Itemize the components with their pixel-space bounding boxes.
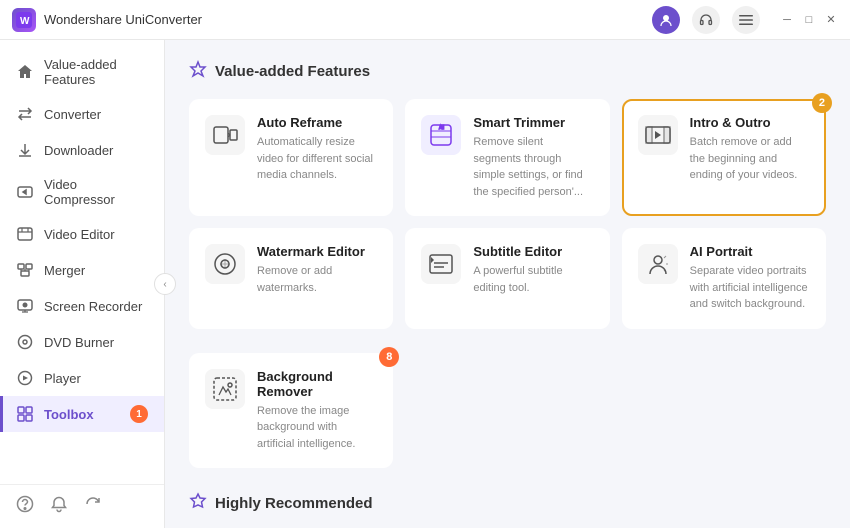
main-content: Value-added Features Auto Reframe Automa… [165,40,850,528]
background-remover-text: Background Remover Remove the image back… [257,369,377,453]
sidebar-item-player-label: Player [44,371,81,386]
background-remover-icon [205,369,245,409]
toolbox-badge-1: 1 [130,405,148,423]
screen-recorder-icon [16,297,34,315]
sidebar-item-home[interactable]: Value-added Features [0,48,164,96]
converter-icon [16,105,34,123]
home-icon [16,63,34,81]
subtitle-editor-icon [421,244,461,284]
headset-icon[interactable] [692,6,720,34]
sidebar-collapse-button[interactable]: ‹ [154,273,176,295]
title-bar-controls: ─ □ ✕ [652,6,838,34]
smart-trimmer-desc: Remove silent segments through simple se… [473,134,593,200]
sidebar-item-video-editor-label: Video Editor [44,227,115,242]
sidebar-item-dvd-burner[interactable]: DVD Burner [0,324,164,360]
intro-outro-desc: Batch remove or add the beginning and en… [690,134,810,184]
ai-portrait-card[interactable]: AI Portrait Separate video portraits wit… [622,228,826,329]
svg-text:AI: AI [439,125,445,131]
app-title: Wondershare UniConverter [44,12,202,27]
section-title-icon [189,60,207,83]
sidebar-item-dvd-burner-label: DVD Burner [44,335,114,350]
highly-recommended-title-text: Highly Recommended [215,495,373,512]
watermark-editor-card[interactable]: Watermark Editor Remove or add watermark… [189,228,393,329]
ai-portrait-desc: Separate video portraits with artificial… [690,263,810,313]
help-icon[interactable] [16,495,34,518]
sidebar-item-screen-recorder-label: Screen Recorder [44,299,142,314]
dvd-burner-icon [16,333,34,351]
auto-reframe-desc: Automatically resize video for different… [257,134,377,184]
subtitle-editor-text: Subtitle Editor A powerful subtitle edit… [473,244,593,296]
sidebar-item-home-label: Value-added Features [44,57,148,87]
auto-reframe-card[interactable]: Auto Reframe Automatically resize video … [189,99,393,216]
app-logo: W Wondershare UniConverter [12,8,652,32]
intro-outro-icon [638,115,678,155]
sidebar-item-screen-recorder[interactable]: Screen Recorder [0,288,164,324]
smart-trimmer-title: Smart Trimmer [473,115,593,130]
background-remover-title: Background Remover [257,369,377,399]
value-added-features-grid: Auto Reframe Automatically resize video … [189,99,826,329]
window-controls: ─ □ ✕ [780,13,838,27]
sidebar-item-video-editor[interactable]: Video Editor [0,216,164,252]
title-bar: W Wondershare UniConverter [0,0,850,40]
watermark-editor-title: Watermark Editor [257,244,377,259]
background-remover-card[interactable]: 8 Background Remover Remove the image ba… [189,353,393,469]
background-remover-badge: 8 [379,347,399,367]
watermark-editor-icon [205,244,245,284]
subtitle-editor-desc: A powerful subtitle editing tool. [473,263,593,296]
sidebar-nav: Value-added Features Converter [0,40,164,484]
subtitle-editor-title: Subtitle Editor [473,244,593,259]
sidebar-item-merger[interactable]: Merger [0,252,164,288]
intro-outro-text: Intro & Outro Batch remove or add the be… [690,115,810,184]
subtitle-editor-card[interactable]: Subtitle Editor A powerful subtitle edit… [405,228,609,329]
downloader-icon [16,141,34,159]
auto-reframe-icon [205,115,245,155]
smart-trimmer-card[interactable]: AI Smart Trimmer Remove silent segments … [405,99,609,216]
main-layout: Value-added Features Converter [0,40,850,528]
sidebar-item-toolbox-label: Toolbox [44,407,94,422]
sidebar-item-converter[interactable]: Converter [0,96,164,132]
sidebar-item-video-compressor-label: Video Compressor [44,177,148,207]
minimize-button[interactable]: ─ [780,13,794,27]
sidebar: Value-added Features Converter [0,40,165,528]
smart-trimmer-text: Smart Trimmer Remove silent segments thr… [473,115,593,200]
ai-portrait-text: AI Portrait Separate video portraits wit… [690,244,810,313]
background-remover-desc: Remove the image background with artific… [257,403,377,453]
recommended-section-icon [189,492,207,515]
logo-icon: W [12,8,36,32]
smart-trimmer-icon: AI [421,115,461,155]
notification-icon[interactable] [50,495,68,518]
auto-reframe-title: Auto Reframe [257,115,377,130]
sidebar-item-player[interactable]: Player [0,360,164,396]
ai-portrait-icon [638,244,678,284]
sidebar-item-converter-label: Converter [44,107,101,122]
intro-outro-card[interactable]: 2 Intro & Outro Batch remove or add the … [622,99,826,216]
sidebar-item-video-compressor[interactable]: Video Compressor [0,168,164,216]
user-icon[interactable] [652,6,680,34]
maximize-button[interactable]: □ [802,13,816,27]
refresh-icon[interactable] [84,495,102,518]
sidebar-item-downloader[interactable]: Downloader [0,132,164,168]
watermark-editor-text: Watermark Editor Remove or add watermark… [257,244,377,296]
value-added-section-title: Value-added Features [189,60,826,83]
sidebar-item-downloader-label: Downloader [44,143,113,158]
ai-portrait-title: AI Portrait [690,244,810,259]
menu-icon[interactable] [732,6,760,34]
value-added-title-text: Value-added Features [215,63,370,80]
svg-text:W: W [20,16,30,27]
sidebar-bottom [0,484,164,528]
toolbox-icon [16,405,34,423]
intro-outro-title: Intro & Outro [690,115,810,130]
highly-recommended-section-title: Highly Recommended [189,492,826,515]
video-compressor-icon [16,183,34,201]
video-editor-icon [16,225,34,243]
sidebar-item-toolbox[interactable]: Toolbox 1 [0,396,164,432]
auto-reframe-text: Auto Reframe Automatically resize video … [257,115,377,184]
merger-icon [16,261,34,279]
intro-outro-badge: 2 [812,93,832,113]
sidebar-item-merger-label: Merger [44,263,85,278]
watermark-editor-desc: Remove or add watermarks. [257,263,377,296]
player-icon [16,369,34,387]
close-button[interactable]: ✕ [824,13,838,27]
